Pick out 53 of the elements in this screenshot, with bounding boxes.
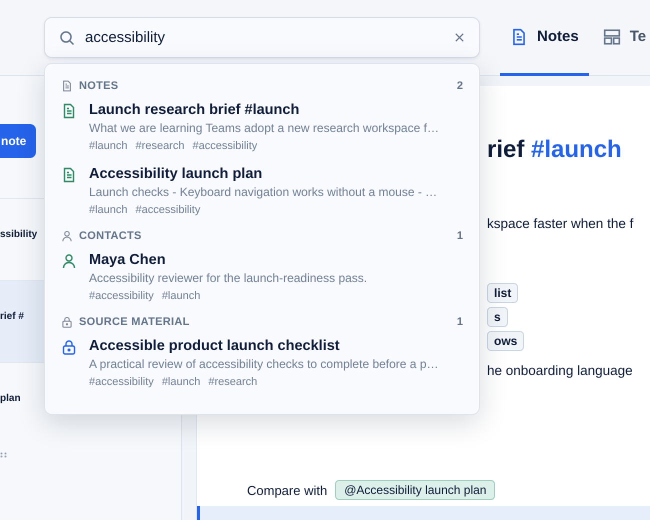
paragraph: he onboarding language — [487, 363, 634, 378]
clear-icon[interactable] — [454, 32, 465, 43]
document-icon — [510, 28, 528, 46]
person-icon — [61, 230, 73, 242]
link-chip[interactable]: s — [487, 307, 508, 327]
paragraph: kspace faster when the f — [487, 216, 634, 231]
result-title: Accessible product launch checklist — [89, 338, 341, 354]
group-title: CONTACTS — [79, 230, 142, 242]
result-tag: #accessibility — [89, 376, 154, 388]
lock-icon — [61, 316, 73, 328]
result-tag: #accessibility — [136, 204, 200, 216]
document-icon — [61, 167, 77, 183]
link-chip[interactable]: ows — [487, 331, 524, 351]
note-link-chip[interactable]: @Accessibility launch plan — [335, 480, 496, 500]
result-count: 1 — [456, 230, 463, 242]
search-result[interactable]: Accessibility launch plan Launch checks - Keyboard navigation works without a mouse - … #launch #accessibility — [61, 162, 463, 226]
result-snippet: A practical review of accessibility checks to complete before a p… — [89, 357, 440, 371]
compare-label: Compare with — [247, 482, 328, 498]
result-snippet: Accessibility reviewer for the launch-readiness pass. — [89, 271, 368, 285]
group-title: NOTES — [79, 80, 118, 92]
result-tag: #launch — [162, 376, 200, 388]
search-input[interactable]: accessibility — [85, 29, 444, 46]
note-heading: rief #launch — [487, 136, 623, 164]
result-tag: #research — [208, 376, 258, 388]
search-result[interactable]: Maya Chen Accessibility reviewer for the launch-readiness pass. #accessibility #launch — [61, 248, 463, 312]
result-title: Launch research brief #launch — [89, 102, 300, 118]
new-note-button[interactable]: note — [0, 124, 36, 158]
result-count: 1 — [456, 316, 463, 328]
search-result[interactable]: Accessible product launch checklist A practical review of accessibility checks to complete before a p… #accessibility #launch #research — [61, 334, 463, 398]
link-chip[interactable]: list — [487, 283, 518, 303]
tab[interactable]: Te — [592, 0, 650, 76]
result-tag: #accessibility — [192, 140, 258, 152]
result-snippet: What we are learning Teams adopt a new research workspace f… — [89, 121, 440, 135]
lock-icon — [61, 339, 77, 355]
result-snippet: Launch checks - Keyboard navigation works without a mouse - … — [89, 185, 438, 199]
person-icon — [61, 253, 77, 269]
result-tag: #accessibility — [89, 290, 154, 302]
search-field[interactable]: accessibility — [44, 17, 480, 58]
result-tag: #launch — [162, 290, 200, 302]
result-title: Maya Chen — [89, 252, 167, 268]
document-icon — [61, 103, 77, 119]
search-result[interactable]: Launch research brief #launch What we are learning Teams adopt a new research workspace f… #launch #research #accessibility — [61, 98, 463, 162]
result-count: 2 — [456, 80, 463, 92]
search-icon — [59, 30, 75, 46]
drag-handle-icon[interactable] — [0, 452, 8, 458]
document-icon — [61, 80, 73, 92]
result-title: Accessibility launch plan — [89, 166, 264, 182]
tab[interactable]: Notes — [500, 0, 589, 76]
group-title: SOURCE MATERIAL — [79, 316, 190, 328]
result-tag: #research — [136, 140, 184, 152]
result-tag: #launch — [89, 204, 128, 216]
layout-icon — [602, 28, 621, 46]
result-tag: #launch — [89, 140, 128, 152]
